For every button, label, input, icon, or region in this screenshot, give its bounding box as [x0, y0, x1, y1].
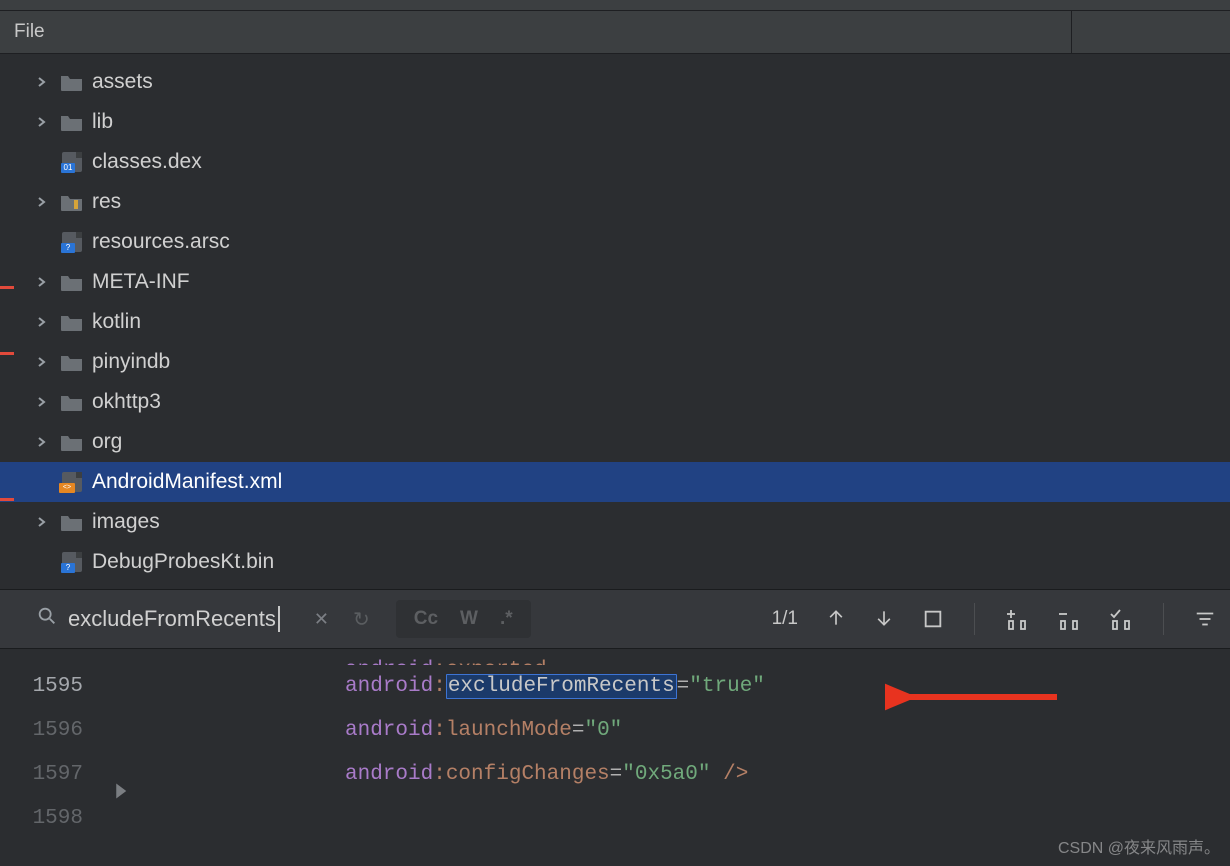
tree-header-row: File	[0, 11, 1230, 54]
binary-file-icon: 01	[58, 150, 86, 174]
tree-item-label: res	[92, 190, 121, 214]
folder-icon	[58, 350, 86, 374]
watermark-text: CSDN @夜来风雨声。	[1058, 834, 1220, 858]
expand-chevron-icon[interactable]	[36, 116, 58, 128]
line-number: 1598	[0, 797, 105, 841]
expand-chevron-icon[interactable]	[36, 196, 58, 208]
tree-item-label: DebugProbesKt.bin	[92, 550, 274, 574]
prev-match-button[interactable]	[826, 608, 846, 630]
tree-item-kotlin[interactable]: kotlin	[0, 302, 1230, 342]
editor-gutter: 1595159615971598	[0, 649, 105, 866]
add-selection-button[interactable]	[1005, 607, 1029, 631]
expand-chevron-icon[interactable]	[36, 436, 58, 448]
toolbar-divider	[1163, 603, 1164, 635]
folder-icon	[58, 70, 86, 94]
expand-chevron-icon[interactable]	[36, 76, 58, 88]
fold-column	[105, 649, 145, 866]
tree-item-lib[interactable]: lib	[0, 102, 1230, 142]
clear-search-button[interactable]: ✕	[314, 609, 329, 630]
folder-icon	[58, 190, 86, 214]
expand-chevron-icon[interactable]	[36, 316, 58, 328]
code-editor[interactable]: 1595159615971598 android:exportedandroid…	[0, 649, 1230, 866]
tree-item-label: assets	[92, 70, 153, 94]
binary-file-icon: ?	[58, 550, 86, 574]
tree-item-meta-inf[interactable]: META-INF	[0, 262, 1230, 302]
xml-file-icon: <>	[58, 470, 86, 494]
column-header-blank[interactable]	[1072, 11, 1230, 53]
code-line[interactable]: android:excludeFromRecents="true"	[145, 665, 1230, 709]
tree-item-images[interactable]: images	[0, 502, 1230, 542]
tree-item-label: images	[92, 510, 160, 534]
select-all-button[interactable]	[922, 608, 944, 630]
tree-item-label: AndroidManifest.xml	[92, 470, 282, 494]
search-options: Cc W .*	[396, 600, 531, 638]
next-match-button[interactable]	[874, 608, 894, 630]
expand-chevron-icon[interactable]	[36, 276, 58, 288]
folder-icon	[58, 510, 86, 534]
line-number: 1595	[0, 665, 105, 709]
tree-item-label: pinyindb	[92, 350, 170, 374]
toolbar-divider	[974, 603, 975, 635]
search-query-text: excludeFromRecents	[68, 606, 276, 632]
tree-item-res[interactable]: res	[0, 182, 1230, 222]
search-actions	[826, 603, 1216, 635]
folder-icon	[58, 110, 86, 134]
text-caret	[278, 606, 280, 632]
code-line: android:exported	[145, 649, 1230, 665]
window-top-strip	[0, 0, 1230, 11]
toggle-selection-button[interactable]	[1109, 607, 1133, 631]
tree-item-label: kotlin	[92, 310, 141, 334]
line-number	[0, 649, 105, 665]
line-number: 1597	[0, 753, 105, 797]
tree-item-label: okhttp3	[92, 390, 161, 414]
code-line[interactable]: android:configChanges="0x5a0" />	[145, 753, 1230, 797]
annotation-arrow-icon	[885, 682, 1065, 712]
binary-file-icon: ?	[58, 230, 86, 254]
regex-toggle[interactable]: .*	[500, 608, 513, 630]
find-toolbar: excludeFromRecents ✕ ↻ Cc W .* 1/1	[0, 589, 1230, 649]
tree-item-label: org	[92, 430, 122, 454]
tree-item-label: resources.arsc	[92, 230, 230, 254]
expand-chevron-icon[interactable]	[36, 396, 58, 408]
tree-item-label: lib	[92, 110, 113, 134]
search-history-button[interactable]: ↻	[353, 607, 370, 632]
tree-item-label: classes.dex	[92, 150, 202, 174]
expand-chevron-icon[interactable]	[36, 356, 58, 368]
tree-item-org[interactable]: org	[0, 422, 1230, 462]
folder-icon	[58, 430, 86, 454]
tree-item-assets[interactable]: assets	[0, 62, 1230, 102]
expand-chevron-icon[interactable]	[36, 516, 58, 528]
tree-item-classes-dex[interactable]: 01classes.dex	[0, 142, 1230, 182]
folder-icon	[58, 270, 86, 294]
search-match: excludeFromRecents	[446, 674, 677, 699]
remove-selection-button[interactable]	[1057, 607, 1081, 631]
folder-icon	[58, 310, 86, 334]
tree-item-label: META-INF	[92, 270, 190, 294]
code-line[interactable]: android:launchMode="0"	[145, 709, 1230, 753]
folder-icon	[58, 390, 86, 414]
tree-item-resources-arsc[interactable]: ?resources.arsc	[0, 222, 1230, 262]
whole-word-toggle[interactable]: W	[460, 608, 478, 630]
tree-item-pinyindb[interactable]: pinyindb	[0, 342, 1230, 382]
column-header-file[interactable]: File	[0, 11, 1072, 53]
line-number: 1596	[0, 709, 105, 753]
tree-item-okhttp3[interactable]: okhttp3	[0, 382, 1230, 422]
tree-item-androidmanifest-xml[interactable]: <>AndroidManifest.xml	[0, 462, 1230, 502]
search-icon	[36, 605, 58, 633]
fold-handle-icon[interactable]	[113, 782, 129, 805]
match-counter: 1/1	[772, 608, 798, 630]
filter-button[interactable]	[1194, 608, 1216, 630]
tree-item-debugprobeskt-bin[interactable]: ?DebugProbesKt.bin	[0, 542, 1230, 582]
match-case-toggle[interactable]: Cc	[414, 608, 438, 630]
search-input[interactable]: excludeFromRecents	[68, 601, 284, 637]
file-tree[interactable]: assetslib01classes.dexres?resources.arsc…	[0, 54, 1230, 589]
